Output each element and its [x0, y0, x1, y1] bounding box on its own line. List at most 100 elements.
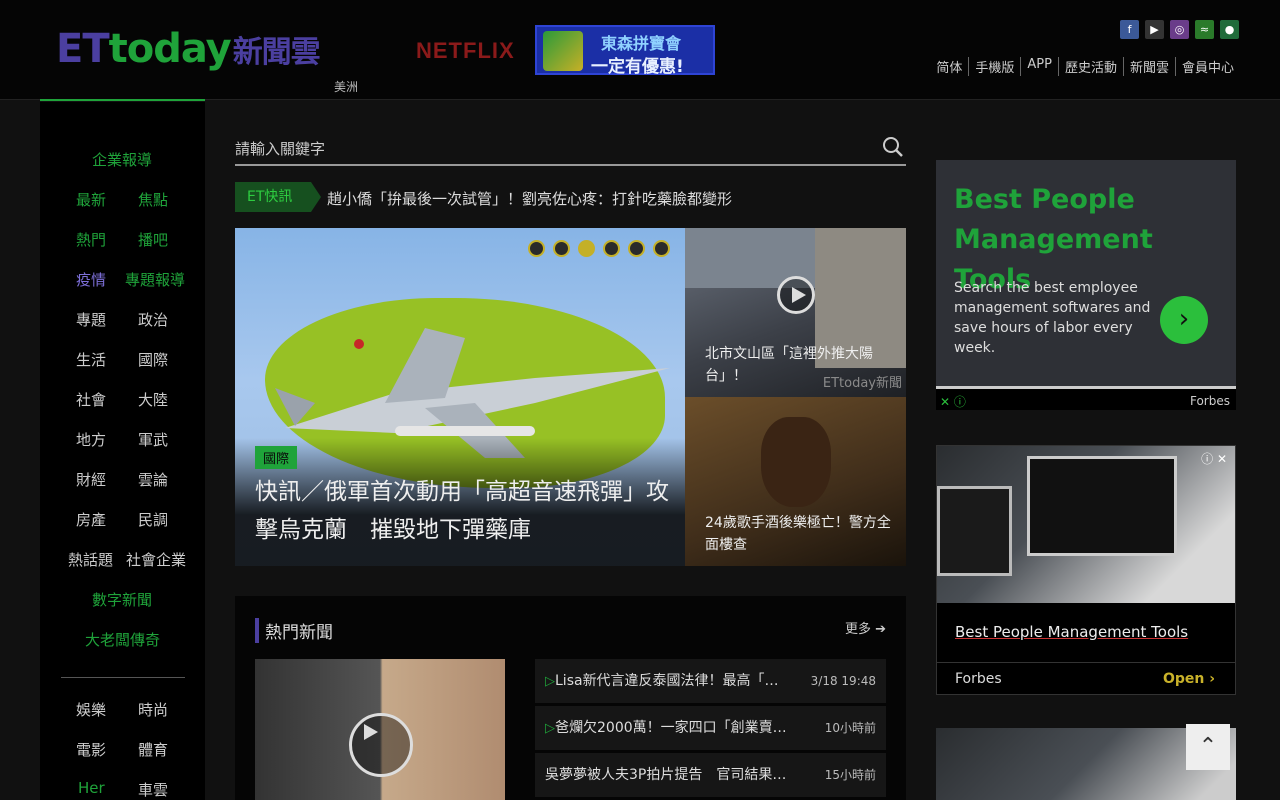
hero-category-badge[interactable]: 國際 — [255, 446, 298, 469]
ad-arrow-button[interactable]: › — [1160, 296, 1208, 344]
sidebar-divider — [61, 677, 185, 678]
ad-link-row[interactable]: Best People Management Tools — [937, 603, 1235, 663]
sidebar-item[interactable]: 企業報導 — [92, 149, 152, 170]
sidebar-item[interactable]: 播吧 — [138, 229, 168, 250]
carousel-dot-active[interactable] — [578, 240, 595, 257]
more-label: 更多 — [844, 622, 871, 637]
ad-close-icon[interactable]: ✕ ⓘ — [940, 393, 966, 410]
play-icon[interactable] — [777, 276, 815, 314]
sidebar-item[interactable]: 社會企業 — [126, 549, 186, 570]
toplink-events[interactable]: 歷史活動 — [1057, 57, 1123, 76]
region-label[interactable]: 美洲 — [334, 78, 358, 95]
sidebar-item[interactable]: 社會 — [76, 389, 106, 410]
sidebar-item[interactable]: 大陸 — [138, 389, 168, 410]
toplink-app[interactable]: APP — [1020, 57, 1058, 76]
hot-news-thumbnail[interactable] — [255, 659, 505, 800]
sidebar-item[interactable]: 娛樂 — [76, 699, 106, 720]
sidebar-item[interactable]: 時尚 — [138, 699, 168, 720]
search-input[interactable] — [235, 136, 865, 162]
scroll-top-button[interactable]: ⌃ — [1186, 724, 1230, 770]
social-links: f ▶ ◎ ≈ ● — [1120, 20, 1239, 39]
site-header: ETtoday新聞雲 美洲 NETFLIX 東森拼寶會 一定有優惠! f ▶ ◎… — [0, 0, 1280, 100]
sidebar-item[interactable]: 電影 — [76, 739, 106, 760]
sidebar-item[interactable]: 數字新聞 — [92, 589, 152, 610]
hot-news-time: 10小時前 — [824, 721, 876, 735]
toplink-simplified[interactable]: 简体 — [930, 57, 968, 76]
search-icon[interactable] — [882, 136, 904, 158]
ad-brand: Forbes — [1189, 394, 1230, 408]
sponsor-logo[interactable]: NETFLIX — [416, 38, 515, 64]
sidebar-item[interactable]: 專題 — [76, 309, 106, 330]
side-news-title[interactable]: 24歲歌手酒後樂極亡！警方全面樓查 — [705, 512, 895, 556]
breaking-headline[interactable]: 趙小僑「拚最後一次試管」！劉亮佐心疼：打針吃藥臉都變形 — [327, 188, 732, 209]
carousel-dot[interactable] — [528, 240, 545, 257]
sidebar-item[interactable]: 熱門 — [76, 229, 106, 250]
sidebar-item[interactable]: 車雲 — [138, 779, 168, 800]
side-news-card[interactable]: ETtoday新聞 北市文山區「這裡外推大陽台」！ — [685, 228, 906, 397]
instagram-icon[interactable]: ◎ — [1170, 20, 1189, 39]
logo-et: ET — [56, 26, 110, 72]
sidebar-item[interactable]: 財經 — [76, 469, 106, 490]
more-link[interactable]: 更多 ➔ — [845, 618, 886, 637]
video-icon: ▷ — [545, 721, 555, 736]
hot-news-item[interactable]: ▷Lisa新代言違反泰國法律！最高「… 3/18 19:48 — [535, 659, 886, 703]
play-icon[interactable] — [349, 713, 413, 777]
hero-story[interactable]: 國際 快訊／俄軍首次動用「高超音速飛彈」攻擊烏克蘭 摧毀地下彈藥庫 — [235, 228, 685, 566]
toplink-news-cloud[interactable]: 新聞雲 — [1122, 57, 1175, 76]
sidebar-item[interactable]: 焦點 — [138, 189, 168, 210]
sidebar-item[interactable]: 民調 — [138, 509, 168, 530]
ad-open-button[interactable]: Open › — [1163, 671, 1215, 687]
ettoday-logo[interactable]: ETtoday新聞雲 — [56, 26, 321, 72]
cart-icon — [543, 31, 583, 71]
hot-news-section: 熱門新聞 更多 ➔ ▷Lisa新代言違反泰國法律！最高「… 3/18 19:48… — [235, 596, 906, 800]
ad-footer: Forbes Open › — [937, 663, 1235, 694]
promo-banner[interactable]: 東森拼寶會 一定有優惠! — [535, 25, 715, 77]
facebook-icon[interactable]: f — [1120, 20, 1139, 39]
hot-news-item[interactable]: ▷爸爛欠2000萬！一家四口「創業賣… 10小時前 — [535, 706, 886, 750]
sidebar-item[interactable]: 國際 — [138, 349, 168, 370]
sidebar-item[interactable]: 最新 — [76, 189, 106, 210]
sidebar-item[interactable]: 軍武 — [138, 429, 168, 450]
sidebar-item[interactable]: Her — [78, 779, 105, 797]
sidebar-item[interactable]: 政治 — [138, 309, 168, 330]
toplink-member[interactable]: 會員中心 — [1174, 57, 1240, 76]
side-news-card[interactable]: 24歲歌手酒後樂極亡！警方全面樓查 — [685, 397, 906, 566]
rss-icon[interactable]: ≈ — [1195, 20, 1214, 39]
toplink-mobile[interactable]: 手機版 — [968, 57, 1020, 76]
nav-accent-line — [40, 99, 205, 101]
ad-forbes-text[interactable]: Best People Management Tools Search the b… — [936, 160, 1236, 386]
sidebar-item[interactable]: 房產 — [76, 509, 106, 530]
carousel-dots — [528, 240, 670, 257]
search-bar — [235, 132, 906, 166]
ad-link[interactable]: Best People Management Tools — [955, 623, 1188, 641]
sidebar-item[interactable]: 專題報導 — [125, 269, 185, 290]
breaking-tag: ET快訊 — [235, 182, 321, 212]
ad-description: Search the best employee management soft… — [954, 280, 1151, 356]
sidebar-item[interactable]: 雲論 — [138, 469, 168, 490]
ad-open-label: Open — [1162, 671, 1205, 687]
ad-forbes-image[interactable]: ⓘ ✕ Best People Management Tools Forbes … — [936, 445, 1236, 695]
hot-news-item[interactable]: 吳夢夢被人夫3P拍片提告 官司結果… 15小時前 — [535, 753, 886, 797]
sidebar-item[interactable]: 大老闆傳奇 — [85, 629, 160, 650]
logo-today: today — [108, 26, 232, 72]
hot-news-title: 吳夢夢被人夫3P拍片提告 官司結果… — [545, 767, 787, 783]
sidebar-item[interactable]: 疫情 — [76, 269, 106, 290]
banner-line2: 一定有優惠! — [591, 57, 684, 77]
logo-cn: 新聞雲 — [232, 35, 321, 70]
sidebar-item[interactable]: 熱話題 — [68, 549, 113, 570]
carousel-dot[interactable] — [628, 240, 645, 257]
carousel-dot[interactable] — [553, 240, 570, 257]
sidebar-item[interactable]: 體育 — [138, 739, 168, 760]
hero-title[interactable]: 快訊／俄軍首次動用「高超音速飛彈」攻擊烏克蘭 摧毀地下彈藥庫 — [255, 473, 675, 549]
youtube-icon[interactable]: ▶ — [1145, 20, 1164, 39]
side-news-title[interactable]: 北市文山區「這裡外推大陽台」！ — [705, 343, 895, 387]
ad-info-icon[interactable]: ⓘ ✕ — [1201, 450, 1227, 467]
line-icon[interactable]: ● — [1220, 20, 1239, 39]
carousel-dot[interactable] — [603, 240, 620, 257]
breaking-news-bar: ET快訊 趙小僑「拚最後一次試管」！劉亮佐心疼：打針吃藥臉都變形 — [235, 182, 906, 214]
section-heading: 熱門新聞 — [255, 618, 333, 643]
carousel-dot[interactable] — [653, 240, 670, 257]
sidebar-item[interactable]: 生活 — [76, 349, 106, 370]
sidebar-item[interactable]: 地方 — [76, 429, 106, 450]
person-image — [761, 417, 831, 507]
